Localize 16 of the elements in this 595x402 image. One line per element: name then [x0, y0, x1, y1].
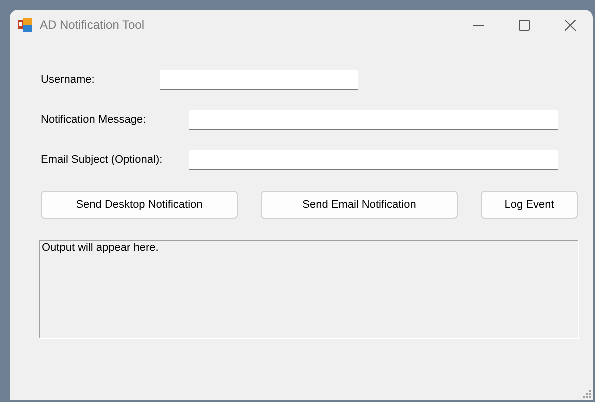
action-button[interactable]: Log Event	[481, 191, 578, 219]
field-label: Email Subject (Optional):	[41, 154, 164, 166]
field-label: Username:	[41, 74, 96, 86]
action-button[interactable]: Send Email Notification	[261, 191, 458, 219]
output-box[interactable]: Output will appear here.	[39, 240, 579, 339]
maximize-icon	[518, 20, 530, 30]
action-button[interactable]: Send Desktop Notification	[41, 191, 238, 219]
text-field[interactable]	[189, 150, 558, 170]
minimize-icon	[472, 24, 484, 26]
resize-grip-icon[interactable]	[583, 390, 591, 398]
window-title: AD Notification Tool	[40, 18, 146, 32]
text-field[interactable]	[160, 70, 358, 90]
close-icon	[564, 20, 576, 30]
field-label: Notification Message:	[41, 114, 148, 126]
text-field[interactable]	[189, 110, 558, 130]
app-icon	[18, 18, 32, 32]
